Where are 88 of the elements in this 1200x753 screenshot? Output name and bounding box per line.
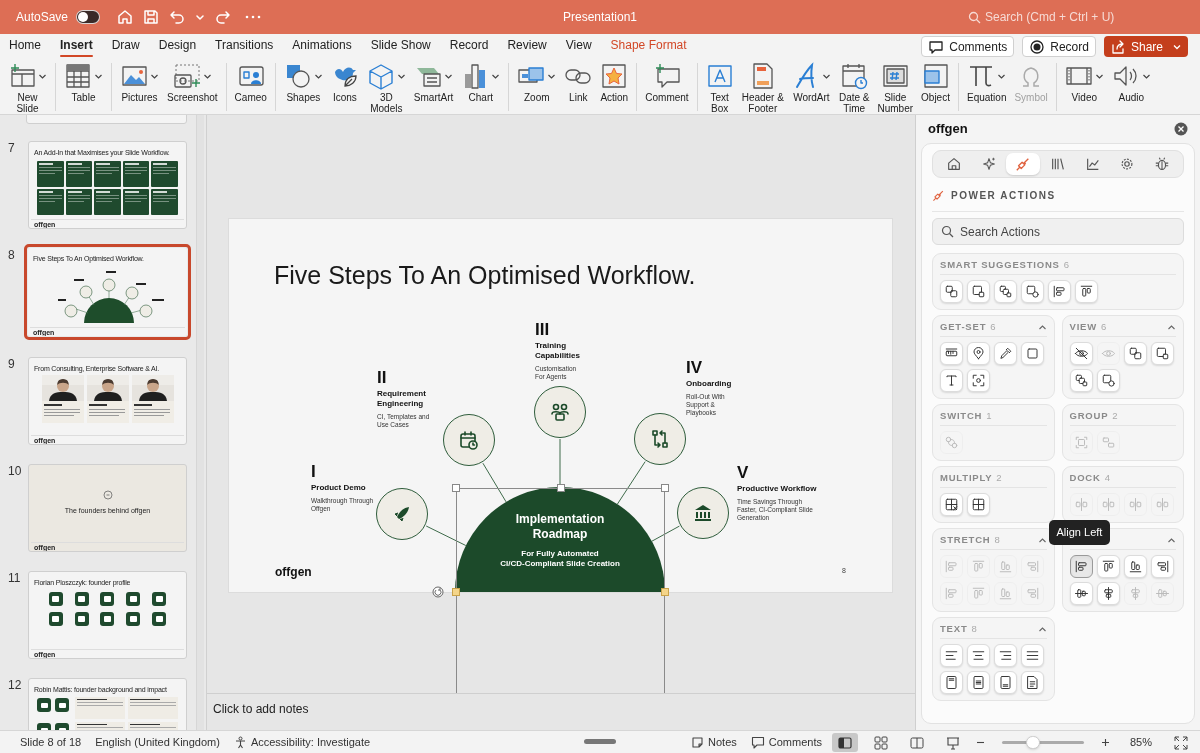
ribbon-button[interactable]: Equation <box>964 61 1009 103</box>
ribbon-tab[interactable]: Insert <box>60 34 93 56</box>
slide-logo: offgen <box>275 564 312 581</box>
window-title: Presentation1 <box>561 9 639 26</box>
roadmap-subtitle: For Fully Automated CI/CD-Compliant Slide Creation <box>499 549 621 569</box>
group-count: 4 <box>1104 470 1110 485</box>
pane-title: offgen <box>928 120 968 139</box>
group-count: 1 <box>986 408 992 423</box>
roadmap-title: Implementation Roadmap <box>514 512 606 542</box>
group-title: GET-SET <box>940 319 987 334</box>
share-button[interactable]: Share <box>1103 36 1188 57</box>
ribbon-button[interactable]: Video <box>1062 61 1106 103</box>
group-count: 8 <box>994 532 1000 547</box>
ribbon-button[interactable]: Screenshot <box>165 61 220 103</box>
ribbon-button[interactable]: Icons <box>328 61 361 103</box>
ribbon-tab[interactable]: Slide Show <box>370 34 431 56</box>
ribbon-button[interactable]: New Slide <box>6 61 49 114</box>
slide-number: 8 <box>7 247 16 264</box>
ribbon-tab[interactable]: Animations <box>292 34 352 56</box>
slide-number: 7 <box>7 140 16 157</box>
ribbon-button[interactable]: Slide Number <box>875 61 916 114</box>
ribbon-button[interactable]: Table <box>62 61 105 103</box>
ribbon-button[interactable]: Shapes <box>281 61 325 103</box>
group-count: 6 <box>1063 257 1069 272</box>
comments-button[interactable]: Comments <box>750 734 822 751</box>
step-numeral: IV <box>686 359 704 377</box>
autosave-label: AutoSave <box>16 9 69 26</box>
ribbon-button[interactable]: Pictures <box>118 61 161 103</box>
ribbon-button[interactable]: SmartArt <box>411 61 456 103</box>
ribbon-button[interactable]: Object <box>919 61 952 103</box>
ribbon-button[interactable]: Cameo <box>232 61 269 103</box>
step-heading: Requirement Engineering <box>377 389 427 409</box>
step-heading: Product Demo <box>311 483 367 493</box>
group-count: 6 <box>1101 319 1107 334</box>
notes-field[interactable]: Click to add notes <box>213 699 309 718</box>
group-title: MULTIPLY <box>940 470 993 485</box>
step-heading: Onboarding <box>686 379 732 389</box>
ribbon-button[interactable]: Header & Footer <box>739 61 786 114</box>
ribbon-tab[interactable]: Review <box>507 34 547 56</box>
group-title: VIEW <box>1069 319 1097 334</box>
ribbon-tab[interactable]: Shape Format <box>610 34 687 56</box>
section-title: POWER ACTIONS <box>951 189 1056 203</box>
group-count: 8 <box>971 621 977 636</box>
ribbon-button[interactable]: Audio <box>1109 61 1153 103</box>
group-count: 6 <box>990 319 996 334</box>
ribbon-button[interactable]: Comment <box>643 61 691 103</box>
ribbon-button[interactable]: WordArt <box>789 61 833 103</box>
group-title: SWITCH <box>940 408 983 423</box>
step-heading: Productive Workflow <box>737 484 817 494</box>
group-title: TEXT <box>940 621 968 636</box>
ribbon-tab[interactable]: View <box>565 34 592 56</box>
group-title: GROUP <box>1069 408 1109 423</box>
group-title: DOCK <box>1069 470 1101 485</box>
slide-number: 10 <box>7 463 23 480</box>
group-count: 2 <box>1112 408 1118 423</box>
group-count: 2 <box>996 470 1002 485</box>
slide-counter: Slide 8 of 18 <box>20 734 82 750</box>
ribbon-tab[interactable]: Design <box>158 34 197 56</box>
group-title: SMART SUGGESTIONS <box>940 257 1060 272</box>
ribbon-tab[interactable]: Transitions <box>215 34 274 56</box>
step-numeral: II <box>377 369 388 387</box>
slide-number: 9 <box>7 356 16 373</box>
ribbon-button[interactable]: Action <box>598 61 631 103</box>
ribbon-button[interactable]: Date & Time <box>836 61 872 114</box>
slide-number: 12 <box>7 677 23 694</box>
ribbon-tab[interactable]: Record <box>449 34 489 56</box>
ribbon-button[interactable]: 3D Models <box>364 61 408 114</box>
language-label[interactable]: English (United Kingdom) <box>95 733 220 751</box>
ribbon-button[interactable]: Link <box>562 61 595 103</box>
ribbon-tab[interactable]: Draw <box>111 34 140 56</box>
step-numeral: III <box>535 321 551 339</box>
group-title: STRETCH <box>940 532 991 547</box>
zoom-level[interactable]: 85% <box>1129 734 1152 751</box>
search-field[interactable]: Search Actions <box>932 218 1184 245</box>
notes-button[interactable]: Notes <box>691 734 737 751</box>
slide-title: Five Steps To An Optimised Workflow. <box>274 260 696 291</box>
slide-number: 11 <box>7 570 22 587</box>
record-button[interactable]: Record <box>1022 36 1096 57</box>
tooltip: Align Left <box>1048 520 1111 545</box>
ribbon-button[interactable]: Chart <box>459 61 503 103</box>
ribbon-button[interactable]: Text Box <box>703 61 736 114</box>
ribbon-button[interactable]: Zoom <box>515 61 559 103</box>
comments-button[interactable]: Comments <box>921 36 1015 57</box>
ribbon-tab[interactable]: Home <box>9 34 41 56</box>
step-numeral: V <box>737 464 750 482</box>
step-numeral: I <box>311 463 317 481</box>
step-heading: Training Capabilities <box>535 341 580 361</box>
accessibility-button[interactable]: Accessibility: Investigate <box>233 733 371 751</box>
